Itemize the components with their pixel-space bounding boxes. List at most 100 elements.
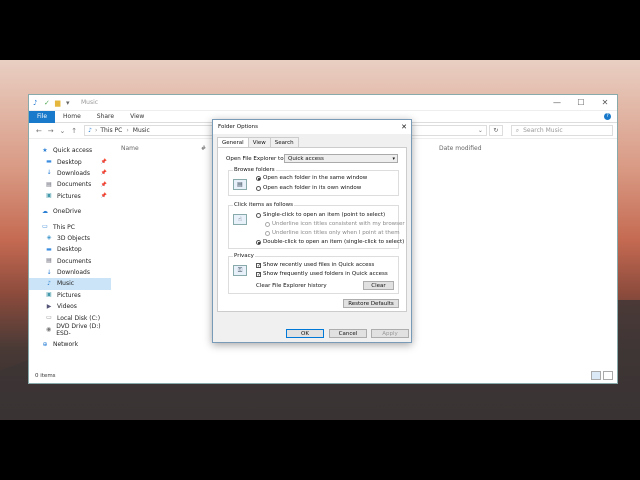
option-frequent-folders-label: Show frequently used folders in Quick ac… [263, 271, 388, 277]
column-date-modified[interactable]: Date modified [439, 145, 482, 152]
address-dropdown-icon[interactable]: ⌄ [478, 127, 483, 134]
ribbon-tab-share[interactable]: Share [89, 113, 122, 120]
restore-defaults-button[interactable]: Restore Defaults [343, 299, 399, 308]
back-arrow-icon[interactable]: ← [33, 127, 45, 135]
apply-button[interactable]: Apply [371, 329, 409, 338]
column-number[interactable]: # [201, 145, 206, 152]
tab-search[interactable]: Search [269, 137, 299, 147]
clear-button[interactable]: Clear [363, 281, 394, 290]
option-single-click[interactable]: Single-click to open an item (point to s… [256, 212, 385, 218]
folder-icon: ▬ [46, 245, 52, 253]
help-icon[interactable]: ? [604, 113, 611, 120]
clear-history-label: Clear File Explorer history [256, 283, 327, 289]
music-icon: ♪ [33, 98, 38, 107]
up-arrow-icon[interactable]: ↑ [68, 127, 80, 135]
sidebar-item[interactable]: ▶ Videos [29, 301, 111, 312]
minimize-button[interactable]: — [545, 98, 569, 107]
close-button[interactable]: ✕ [593, 98, 617, 107]
sidebar-item[interactable]: ▤ Documents 📌 [29, 179, 111, 190]
search-input[interactable]: ⌕ Search Music [510, 125, 613, 136]
explorer-title: Music [81, 99, 99, 106]
option-frequent-folders[interactable]: ✓ Show frequently used folders in Quick … [256, 271, 388, 277]
sidebar-item-label: Music [57, 280, 75, 288]
sidebar-item[interactable]: ★ Quick access [29, 145, 111, 156]
document-icon: ▤ [46, 257, 52, 265]
radio-underline-browser[interactable] [265, 221, 270, 227]
sidebar-item[interactable]: ▭ This PC [29, 221, 111, 232]
sidebar-item[interactable]: ▣ Pictures [29, 290, 111, 301]
sidebar-item[interactable]: ☁ OneDrive [29, 206, 111, 217]
sidebar-item[interactable]: ▤ Documents [29, 256, 111, 267]
document-icon: ▤ [46, 180, 52, 188]
pin-icon: 📌 [100, 181, 107, 188]
navigation-pane: ★ Quick access ▬ Desktop 📌 ↓ Downloads 📌 ▤ Docume… [29, 141, 111, 371]
tab-view[interactable]: View [247, 137, 271, 147]
recent-locations-chevron-icon[interactable]: ⌄ [57, 127, 69, 135]
sidebar-item-label: 3D Objects [57, 234, 91, 242]
sidebar-item-label: Quick access [53, 147, 93, 155]
maximize-button[interactable]: ☐ [569, 98, 593, 107]
explorer-titlebar: ♪ ✓ ▆ ▾ Music — ☐ ✕ [29, 95, 617, 111]
option-own-window[interactable]: Open each folder in its own window [256, 185, 361, 191]
sidebar-item-label: This PC [53, 223, 75, 231]
ribbon-tab-view[interactable]: View [122, 113, 152, 120]
privacy-illustration-icon: ⚿ [233, 265, 247, 276]
download-icon: ↓ [46, 169, 52, 177]
folder-icon: ▬ [46, 158, 52, 166]
ok-button[interactable]: OK [286, 329, 324, 338]
sidebar-item[interactable]: ▬ Desktop [29, 244, 111, 255]
checkbox-recent-files[interactable]: ✓ [256, 262, 261, 268]
click-items-title: Click items as follows [233, 202, 294, 208]
radio-same-window[interactable] [256, 175, 261, 181]
option-same-window[interactable]: Open each folder in the same window [256, 175, 367, 181]
sidebar-item-label: Downloads [57, 169, 90, 177]
video-icon: ▶ [46, 302, 52, 310]
breadcrumb-music[interactable]: Music [133, 127, 150, 134]
cancel-button[interactable]: Cancel [329, 329, 367, 338]
checkbox-frequent-folders[interactable]: ✓ [256, 271, 261, 277]
browse-folders-title: Browse folders [233, 167, 276, 173]
radio-single-click[interactable] [256, 212, 261, 218]
sidebar-item[interactable]: ⊕ Network [29, 339, 111, 350]
sidebar-item[interactable]: ▣ Pictures 📌 [29, 191, 111, 202]
sidebar-item[interactable]: ◉ DVD Drive (D:) ESD- [29, 323, 111, 337]
column-name[interactable]: Name [121, 145, 139, 152]
sidebar-item[interactable]: ♪ Music [29, 278, 111, 290]
breadcrumb-this-pc[interactable]: This PC [100, 127, 122, 134]
sidebar-item[interactable]: ↓ Downloads [29, 267, 111, 278]
tab-general[interactable]: General [217, 137, 249, 147]
properties-icon[interactable]: ✓ [44, 99, 52, 107]
search-icon: ⌕ [515, 126, 520, 134]
radio-double-click[interactable] [256, 239, 261, 245]
sidebar-item[interactable]: ▬ Desktop 📌 [29, 156, 111, 167]
sidebar-item-label: OneDrive [53, 208, 82, 216]
open-explorer-label: Open File Explorer to: [226, 156, 286, 162]
dialog-close-icon[interactable]: ✕ [397, 123, 411, 131]
option-double-click[interactable]: Double-click to open an item (single-cli… [256, 239, 404, 245]
quick-access-toolbar-dropdown-icon[interactable]: ▾ [66, 99, 74, 107]
radio-own-window[interactable] [256, 185, 261, 191]
privacy-title: Privacy [233, 253, 255, 259]
radio-underline-point[interactable] [265, 230, 270, 236]
ribbon-tab-file[interactable]: File [29, 110, 56, 123]
option-underline-browser[interactable]: Underline icon titles consistent with my… [265, 221, 405, 227]
sidebar-item[interactable]: ◈ 3D Objects [29, 233, 111, 244]
star-icon: ★ [42, 146, 48, 154]
large-icons-view-icon[interactable] [603, 371, 613, 380]
sidebar-item-label: Desktop [57, 158, 82, 166]
cube-icon: ◈ [46, 234, 52, 242]
ribbon-tab-home[interactable]: Home [55, 113, 89, 120]
forward-arrow-icon[interactable]: → [45, 127, 57, 135]
option-underline-point[interactable]: Underline icon titles only when I point … [265, 230, 400, 236]
option-recent-files[interactable]: ✓ Show recently used files in Quick acce… [256, 262, 374, 268]
folder-options-dialog: Folder Options ✕ General View Search Ope… [212, 119, 412, 343]
details-view-icon[interactable] [591, 371, 601, 380]
item-count: 0 items [35, 373, 56, 379]
chevron-right-icon: › [94, 127, 98, 134]
open-explorer-select[interactable]: Quick access ▾ [284, 154, 398, 163]
sidebar-item[interactable]: ↓ Downloads 📌 [29, 168, 111, 179]
new-folder-icon[interactable]: ▆ [55, 99, 63, 107]
picture-icon: ▣ [46, 291, 52, 299]
view-buttons [589, 371, 613, 380]
refresh-icon[interactable]: ↻ [488, 125, 503, 136]
